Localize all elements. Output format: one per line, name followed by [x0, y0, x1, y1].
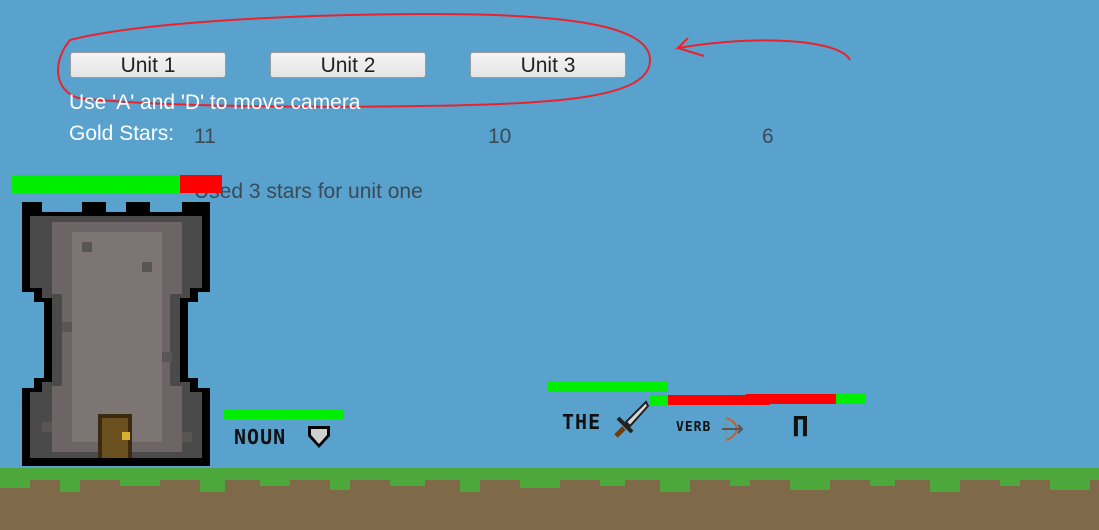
noun-health-bar [224, 409, 344, 419]
tower-health-bar [12, 175, 222, 193]
sword-icon [614, 400, 650, 438]
unit-2-button[interactable]: Unit 2 [270, 52, 426, 78]
pi-health-bar [746, 394, 866, 404]
tower-sprite [22, 202, 210, 466]
verb-health-fill [650, 395, 668, 405]
unit-1-cost: 11 [194, 125, 216, 148]
verb-unit: VERB [676, 420, 711, 435]
verb-label: VERB [676, 420, 712, 435]
noun-label: NOUN [234, 425, 287, 449]
unit-1-button[interactable]: Unit 1 [70, 52, 226, 78]
the-label: THE [562, 410, 602, 434]
camera-hint: Use 'A' and 'D' to move camera [69, 91, 361, 114]
noun-unit: NOUN [234, 425, 286, 449]
unit-3-button[interactable]: Unit 3 [470, 52, 626, 78]
the-unit: THE [562, 410, 601, 434]
unit-2-cost: 10 [488, 125, 512, 148]
gold-stars-label: Gold Stars: [69, 122, 175, 145]
the-health-bar [548, 382, 668, 392]
tower-health-fill [12, 175, 180, 193]
pi-health-fill [836, 394, 866, 404]
pi-label: Π [792, 410, 810, 443]
shield-icon [308, 426, 330, 448]
unit-3-cost: 6 [762, 125, 774, 148]
the-health-fill [548, 382, 668, 392]
pi-unit: Π [792, 410, 810, 443]
grass-tufts [0, 478, 1090, 492]
noun-health-fill [224, 409, 344, 419]
status-message: Used 3 stars for unit one [194, 180, 423, 203]
bow-icon [722, 417, 744, 441]
annotation-arrow [675, 37, 851, 61]
